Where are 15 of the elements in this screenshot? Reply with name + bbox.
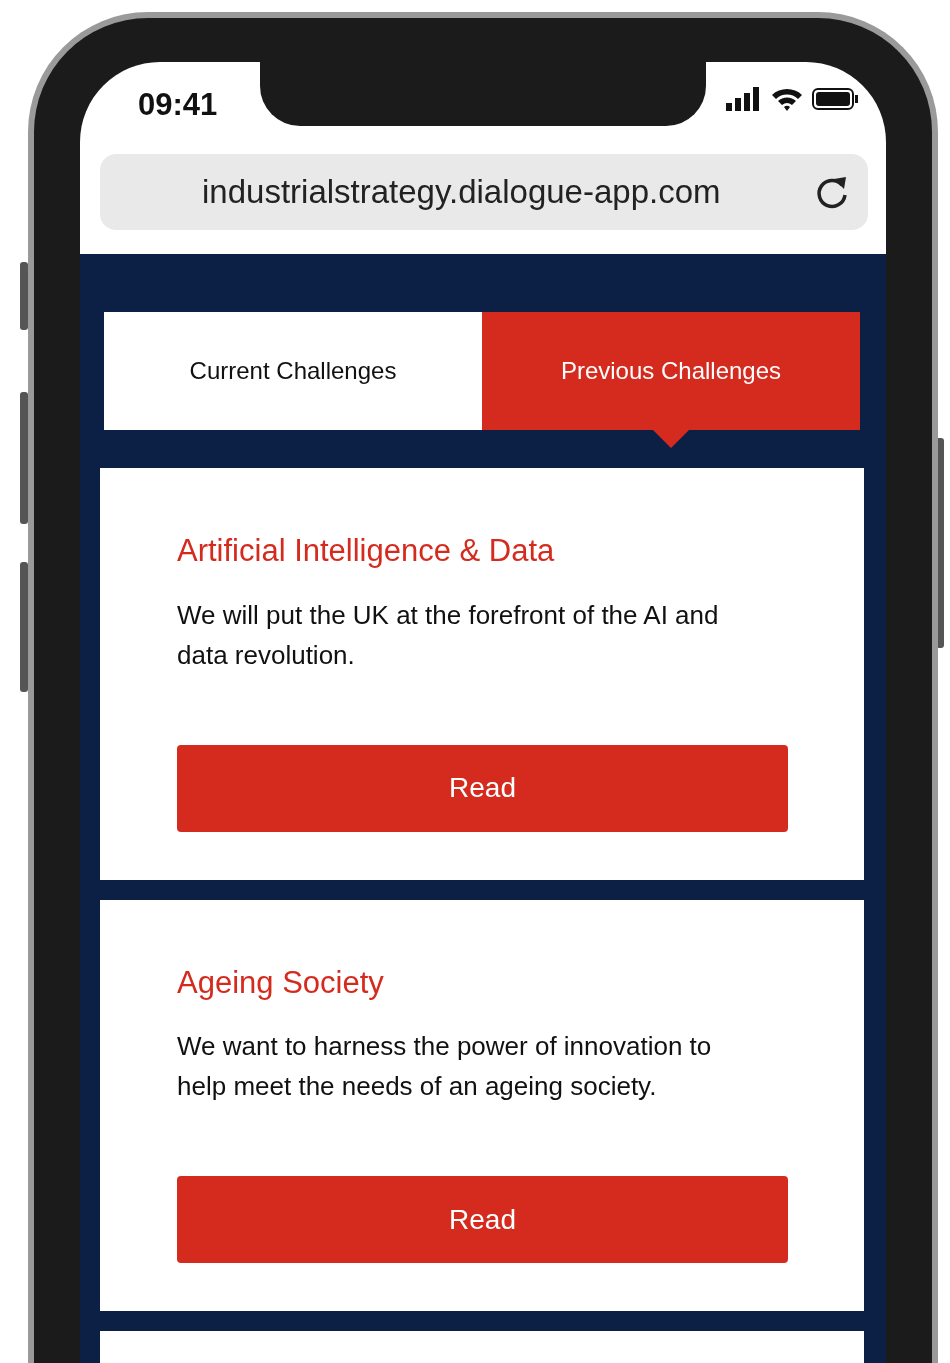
challenge-title: Ageing Society	[177, 963, 385, 1002]
tab-pointer	[653, 430, 689, 448]
wifi-icon	[770, 86, 804, 112]
challenge-description: We want to harness the power of innovation to help meet the needs of an ageing society.	[177, 1030, 713, 1103]
read-button[interactable]: Read	[177, 744, 788, 832]
status-time: 09:41	[138, 86, 218, 124]
address-bar[interactable]: industrialstrategy.dialogue-app.com	[100, 154, 868, 230]
tab[interactable]: Previous Challenges	[482, 312, 860, 430]
signal-icon	[726, 87, 762, 111]
challenge-title: Artificial Intelligence & Data	[177, 532, 556, 570]
challenge-description: We will put the UK at the forefront of the AI and data revolution.	[177, 598, 720, 672]
url-text: industrialstrategy.dialogue-app.com	[202, 172, 722, 213]
battery-icon	[812, 87, 858, 111]
tab[interactable]: Current Challenges	[104, 312, 482, 430]
read-button[interactable]: Read	[177, 1176, 788, 1263]
